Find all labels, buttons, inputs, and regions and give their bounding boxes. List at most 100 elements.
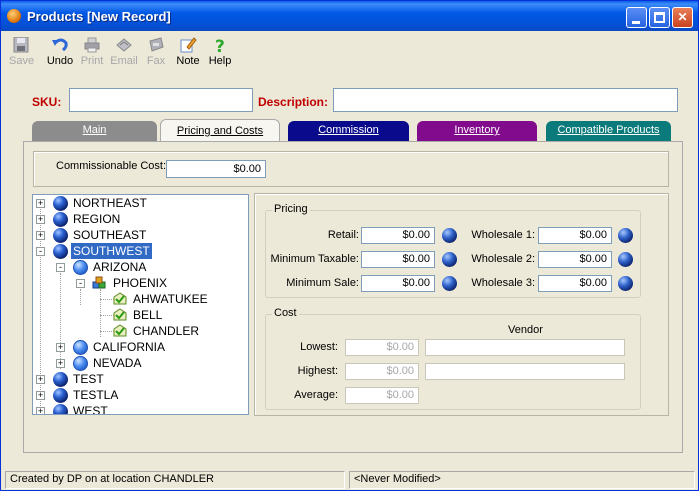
expand-icon[interactable]: + — [36, 407, 45, 414]
tab-inventory[interactable]: Inventory — [417, 121, 537, 141]
maximize-icon — [654, 12, 665, 23]
state-globe-icon — [73, 260, 88, 275]
print-button[interactable]: Print — [79, 37, 105, 71]
average-value: $0.00 — [345, 387, 419, 404]
globe-icon — [53, 244, 68, 259]
email-icon — [116, 38, 132, 52]
save-button[interactable]: Save — [9, 37, 34, 71]
window-title: Products [New Record] — [27, 9, 171, 24]
pricing-group-title: Pricing — [272, 203, 310, 215]
min-taxable-label: Minimum Taxable: — [270, 253, 359, 265]
maximize-button[interactable] — [649, 7, 670, 28]
collapse-icon[interactable]: - — [56, 263, 65, 272]
commissionable-cost-label: Commissionable Cost: — [56, 160, 167, 172]
wholesale3-calc-icon[interactable] — [618, 276, 633, 291]
expand-icon[interactable]: + — [36, 231, 45, 240]
min-sale-input[interactable]: $0.00 — [361, 275, 435, 292]
wholesale2-input[interactable]: $0.00 — [538, 251, 612, 268]
note-button[interactable]: Note — [174, 37, 202, 71]
min-sale-calc-icon[interactable] — [442, 276, 457, 291]
fax-button[interactable]: Fax — [145, 37, 167, 71]
undo-arrow-icon — [52, 38, 68, 52]
fax-icon — [149, 37, 164, 52]
location-check-icon — [113, 308, 127, 321]
description-input[interactable] — [333, 88, 678, 112]
title-bar[interactable]: Products [New Record] ✕ — [1, 1, 698, 31]
vendor-header: Vendor — [508, 324, 543, 336]
wholesale3-label: Wholesale 3: — [471, 277, 535, 289]
help-question-icon: ? — [215, 37, 225, 53]
email-button[interactable]: Email — [110, 37, 138, 71]
expand-icon[interactable]: + — [56, 343, 65, 352]
location-tree[interactable]: + NORTHEAST + REGION + SOUTHEAST - SOUTH… — [32, 194, 249, 415]
tab-pricing-and-costs[interactable]: Pricing and Costs — [160, 119, 280, 141]
close-icon: ✕ — [677, 10, 688, 24]
wholesale3-input[interactable]: $0.00 — [538, 275, 612, 292]
minimize-icon — [632, 21, 640, 24]
globe-icon — [53, 404, 68, 414]
lowest-value: $0.00 — [345, 339, 419, 356]
globe-icon — [53, 228, 68, 243]
collapse-icon[interactable]: - — [36, 247, 45, 256]
location-check-icon — [113, 324, 127, 337]
retail-input[interactable]: $0.00 — [361, 227, 435, 244]
wholesale1-calc-icon[interactable] — [618, 228, 633, 243]
highest-value: $0.00 — [345, 363, 419, 380]
minimize-button[interactable] — [626, 7, 647, 28]
pricing-costs-panel: Pricing Retail: $0.00 Minimum Taxable: $… — [254, 193, 669, 416]
wholesale1-label: Wholesale 1: — [471, 229, 535, 241]
wholesale1-input[interactable]: $0.00 — [538, 227, 612, 244]
commissionable-cost-input[interactable]: $0.00 — [166, 160, 266, 178]
status-bar: Created by DP on at location CHANDLER <N… — [3, 471, 697, 489]
lowest-label: Lowest: — [300, 341, 338, 353]
expand-icon[interactable]: + — [56, 359, 65, 368]
note-pencil-icon — [180, 37, 197, 53]
undo-button[interactable]: Undo — [45, 37, 75, 71]
sku-label: SKU: — [32, 95, 62, 109]
city-cubes-icon — [92, 276, 106, 289]
tree-line — [100, 331, 114, 332]
min-taxable-calc-icon[interactable] — [442, 252, 457, 267]
globe-icon — [53, 196, 68, 211]
min-taxable-input[interactable]: $0.00 — [361, 251, 435, 268]
wholesale2-calc-icon[interactable] — [618, 252, 633, 267]
help-button[interactable]: ? Help — [207, 37, 233, 71]
retail-calc-icon[interactable] — [442, 228, 457, 243]
tab-compatible-products[interactable]: Compatible Products — [546, 121, 671, 141]
globe-icon — [53, 388, 68, 403]
expand-icon[interactable]: + — [36, 199, 45, 208]
globe-icon — [53, 212, 68, 227]
tree-line — [100, 289, 101, 337]
min-sale-label: Minimum Sale: — [286, 277, 359, 289]
tree-line — [100, 315, 114, 316]
collapse-icon[interactable]: - — [76, 279, 85, 288]
floppy-disk-icon — [13, 37, 29, 53]
state-globe-icon — [73, 356, 88, 371]
sku-input[interactable] — [69, 88, 253, 112]
printer-icon — [84, 37, 100, 53]
state-globe-icon — [73, 340, 88, 355]
highest-vendor-field — [425, 363, 625, 380]
retail-label: Retail: — [327, 229, 359, 241]
description-label: Description: — [258, 95, 329, 109]
products-window: Products [New Record] ✕ Save Undo Print … — [0, 0, 699, 491]
status-modified: <Never Modified> — [349, 471, 695, 489]
globe-icon — [53, 372, 68, 387]
status-created: Created by DP on at location CHANDLER — [5, 471, 345, 489]
location-check-icon — [113, 292, 127, 305]
tab-commission[interactable]: Commission — [288, 121, 409, 141]
svg-text:?: ? — [215, 37, 225, 53]
cost-group-title: Cost — [272, 307, 299, 319]
tree-line — [100, 299, 114, 300]
highest-label: Highest: — [297, 365, 338, 377]
lowest-vendor-field — [425, 339, 625, 356]
expand-icon[interactable]: + — [36, 215, 45, 224]
expand-icon[interactable]: + — [36, 391, 45, 400]
tree-line — [60, 273, 61, 369]
tree-line — [80, 289, 81, 305]
app-icon[interactable] — [7, 9, 21, 23]
expand-icon[interactable]: + — [36, 375, 45, 384]
close-button[interactable]: ✕ — [672, 7, 693, 28]
wholesale2-label: Wholesale 2: — [471, 253, 535, 265]
tab-main[interactable]: Main — [32, 121, 157, 141]
